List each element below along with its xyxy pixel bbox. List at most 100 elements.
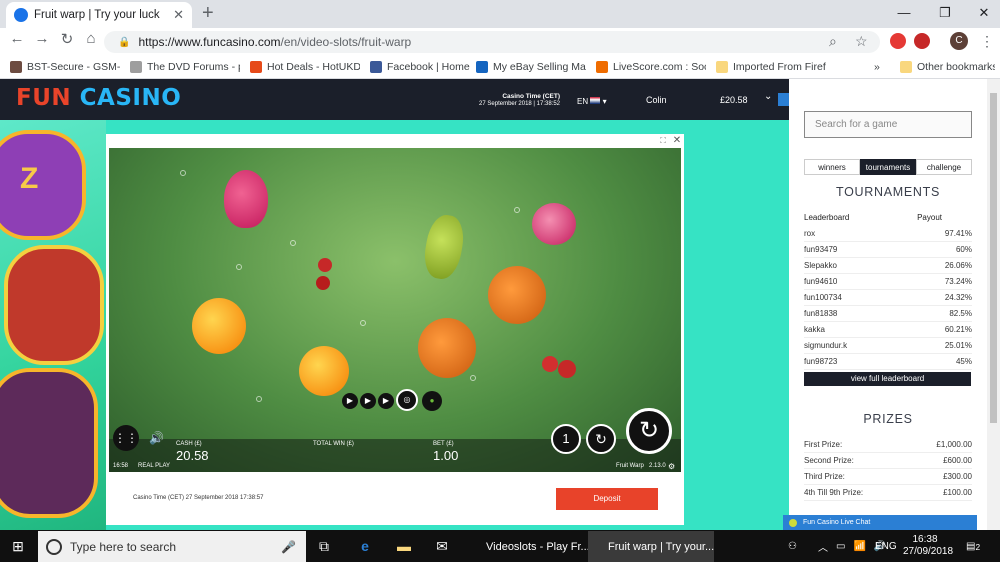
bet-selector-button[interactable]: 1 [551,424,581,454]
scrollbar-thumb[interactable] [990,93,997,423]
leaderboard-row: Slepakko 26.06% [804,258,972,274]
browser-tab-active[interactable]: Fruit warp | Try your luck ✕ [6,2,192,28]
taskbar-app-fruitwarp[interactable]: Fruit warp | Try your... [588,531,714,562]
file-explorer-icon[interactable]: ▬ [396,538,412,554]
dragonfruit-symbol [224,170,268,228]
cherry-symbol [558,360,576,378]
task-view-icon[interactable]: ⧉ [316,538,332,554]
username[interactable]: Colin [646,95,667,105]
view-leaderboard-button[interactable]: view full leaderboard [804,372,971,386]
autoplay-button[interactable]: ↻ [586,424,616,454]
play-icon[interactable]: ▶ [342,393,358,409]
tab-winners[interactable]: winners [804,159,860,175]
tab-tournaments[interactable]: tournaments [860,159,916,175]
bubble [290,240,296,246]
bookmark-star-icon[interactable]: ☆ [855,33,868,50]
game-name: Fruit Warp [616,463,644,469]
leaderboard-row: fun98723 45% [804,354,972,370]
game-tile[interactable]: Z [0,130,86,240]
play-icon[interactable]: ▶ [378,393,394,409]
cherry-symbol [542,356,558,372]
bubble [180,170,186,176]
leaderboard-row: fun94610 73.24% [804,274,972,290]
taskbar-search[interactable]: Type here to search 🎤 [38,531,306,562]
bookmark-item[interactable]: LiveScore.com : Socc... [596,58,706,76]
spin-button[interactable]: ↻ [626,408,672,454]
address-bar[interactable]: 🔒 https://www.funcasino.com/en/video-slo… [104,31,880,53]
language-selector[interactable]: EN ▾ [577,97,607,106]
deposit-button[interactable]: Deposit [556,488,658,510]
close-tab-icon[interactable]: ✕ [173,7,184,23]
game-canvas[interactable] [109,148,681,472]
menu-toggle[interactable] [778,93,789,106]
game-search-input[interactable]: Search for a game [804,111,972,138]
game-tile-icon: Z [20,162,39,195]
cherry-symbol [318,258,332,272]
bookmark-favicon-icon [476,61,488,73]
menu-icon[interactable]: ⋮ [980,33,994,50]
back-icon[interactable]: ← [6,30,28,47]
home-icon[interactable]: ⌂ [80,30,102,47]
taskbar-app-videoslots[interactable]: Videoslots - Play Fr... [466,531,590,562]
tray-chevron-icon[interactable]: ︿ [818,539,828,554]
play-icon[interactable]: ▶ [360,393,376,409]
live-chat-bar[interactable]: Fun Casino Live Chat [783,515,977,530]
settings-icon[interactable]: ⚙ [668,462,675,471]
people-icon[interactable]: ⚇ [788,531,797,562]
zoom-icon[interactable]: ⌕ [829,33,837,50]
bookmark-item[interactable]: The DVD Forums - pe... [130,58,240,76]
other-bookmarks[interactable]: Other bookmarks [900,58,995,76]
grid-menu-icon[interactable]: ⋮⋮ [113,425,139,451]
bookmarks-overflow[interactable]: » [874,58,884,76]
profile-avatar[interactable]: C [950,32,968,50]
taskbar-clock[interactable]: 16:38 27/09/2018 [903,534,953,558]
game-tile[interactable] [4,245,104,365]
game-clock: 16:58 [113,463,129,469]
spiral-icon[interactable]: ◎ [396,389,418,411]
microphone-icon[interactable]: 🎤 [281,540,296,554]
new-tab-icon[interactable]: + [202,3,214,23]
reload-icon[interactable]: ↻ [56,30,78,48]
expand-icon[interactable]: ⛶ [657,135,669,147]
uk-flag-icon [590,97,601,104]
adblock-icon[interactable] [914,33,930,49]
modal-close-icon[interactable]: ✕ [671,135,683,147]
prize-row: 4th Till 9th Prize: £100.00 [804,485,972,501]
windows-start-icon[interactable]: ⊞ [10,538,26,554]
cash-label: CASH (£) [176,441,202,447]
restore-icon[interactable]: ❐ [929,0,961,28]
page-scrollbar[interactable] [987,79,1000,530]
bookmark-item[interactable]: BST-Secure - GSM-C... [10,58,120,76]
input-language[interactable]: ENG [875,531,897,562]
edge-icon[interactable]: e [357,538,373,554]
site-logo[interactable]: FUN CASINO [16,85,181,111]
notifications-icon[interactable]: ▤ 2 [966,531,980,562]
minimize-icon[interactable]: — [888,0,920,28]
leaderboard-row: fun100734 24.32% [804,290,972,306]
account-chevron-icon[interactable]: ⌄ [764,91,772,102]
sidebar-tabs: winners tournaments challenge [804,159,972,175]
lock-icon: 🔒 [118,36,131,48]
tab-challenge[interactable]: challenge [916,159,972,175]
bookmark-item[interactable]: Hot Deals - HotUKDe... [250,58,360,76]
bookmark-item[interactable]: Facebook | Home [370,58,475,76]
window-close-icon[interactable]: ✕ [968,0,1000,28]
tournaments-title: TOURNAMENTS [835,185,940,199]
apple-icon[interactable]: ● [422,391,442,411]
total-win-label: TOTAL WIN (£) [313,441,354,447]
extension-icon[interactable] [890,33,906,49]
sound-icon[interactable]: 🔊 [149,431,164,445]
bubble [256,396,262,402]
prize-row: Third Prize: £300.00 [804,469,972,485]
bookmark-item[interactable]: My eBay Selling Man... [476,58,586,76]
cherry-symbol [316,276,330,290]
mail-icon[interactable]: ✉ [434,538,450,554]
forward-icon[interactable]: → [31,30,53,47]
battery-icon[interactable]: ▭ [836,541,845,552]
leaderboard-row: kakka 60.21% [804,322,972,338]
bookmark-folder[interactable]: Imported From Firefo... [716,58,826,76]
network-icon[interactable]: 📶 [853,541,865,552]
bubble [360,320,366,326]
cortana-icon [46,538,62,555]
game-tile[interactable] [0,368,98,518]
